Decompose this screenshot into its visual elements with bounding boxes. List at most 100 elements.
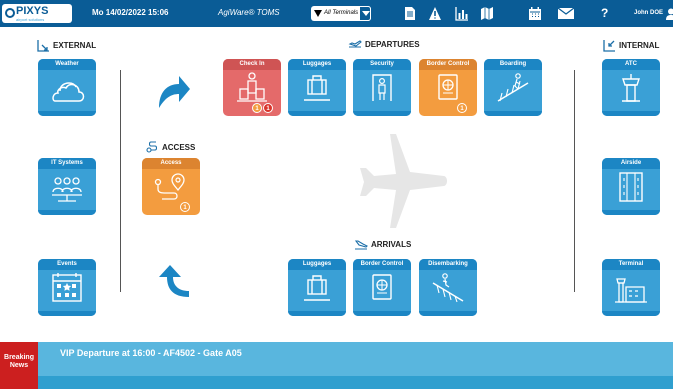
cloud-icon: [52, 82, 85, 102]
tile-security[interactable]: Security: [353, 59, 411, 116]
tile-arrival-luggages[interactable]: Luggages: [288, 259, 346, 316]
luggage-icon: [304, 275, 330, 301]
section-external-label: EXTERNAL: [53, 41, 97, 50]
runway-icon: [619, 172, 643, 202]
tile-boarding[interactable]: Boarding: [484, 59, 542, 116]
divider-right: [574, 70, 575, 292]
app-name: AgiWare® TOMS: [218, 8, 280, 17]
dashboard: PIXYS airport solutions Mo 14/02/2022 15…: [0, 0, 673, 389]
tile-weather-title: Weather: [38, 59, 96, 70]
bar-chart-icon[interactable]: [455, 6, 469, 21]
tile-footer: [288, 111, 346, 116]
tile-atc-title: ATC: [602, 59, 660, 70]
passport-icon: [372, 274, 392, 300]
luggage-icon: [304, 75, 330, 101]
calendar-events-icon: [52, 273, 82, 302]
route-pin-icon: [154, 173, 185, 200]
user-name[interactable]: John DOE: [634, 10, 663, 16]
filter-icon: [314, 10, 322, 17]
tile-footer: [484, 111, 542, 116]
help-icon[interactable]: ?: [601, 6, 608, 20]
airplane-watermark-icon: [360, 134, 447, 228]
tile-terminal[interactable]: Terminal: [602, 259, 660, 316]
access-icon: [146, 141, 158, 153]
badge-alert[interactable]: 1: [263, 103, 273, 113]
logo-text: PIXYS: [16, 5, 49, 17]
section-arrivals-label: ARRIVALS: [371, 240, 412, 249]
ticker-bottom-strip: [38, 376, 673, 389]
tile-footer: [353, 311, 411, 316]
plane-takeoff-icon: [348, 40, 362, 48]
divider-left: [120, 70, 121, 292]
calendar-icon[interactable]: [528, 6, 542, 21]
tile-security-title: Security: [353, 59, 411, 70]
tile-arrival-border-control[interactable]: Border Control: [353, 259, 411, 316]
tile-events-title: Events: [38, 259, 96, 270]
section-departures-label: DEPARTURES: [365, 39, 420, 49]
tile-footer: [38, 311, 96, 316]
terminal-building-icon: [615, 278, 647, 303]
tile-footer: [602, 210, 660, 215]
map-icon[interactable]: [480, 6, 494, 21]
control-tower-icon: [622, 74, 640, 102]
tile-departure-border-control[interactable]: Border Control 1: [419, 59, 477, 116]
tile-disembarking[interactable]: Disembarking: [419, 259, 477, 316]
network-users-icon: [52, 177, 82, 202]
badge-warning[interactable]: 1: [457, 103, 467, 113]
alert-icon[interactable]: [428, 6, 442, 21]
tile-events[interactable]: Events: [38, 259, 96, 316]
section-departures: DEPARTURES: [348, 39, 420, 49]
ticker-message[interactable]: VIP Departure at 16:00 - AF4502 - Gate A…: [60, 348, 242, 358]
badge-warning[interactable]: 1: [180, 202, 190, 212]
chevron-down-icon[interactable]: [359, 6, 371, 21]
tile-footer: [288, 311, 346, 316]
tile-it-systems-title: IT Systems: [38, 158, 96, 169]
tile-access[interactable]: Access 1: [142, 158, 200, 215]
tile-airside-title: Airside: [602, 158, 660, 169]
tile-footer: [602, 311, 660, 316]
tile-footer: [38, 210, 96, 215]
section-external: EXTERNAL: [37, 39, 96, 52]
top-bar: PIXYS airport solutions Mo 14/02/2022 15…: [0, 0, 673, 27]
tile-airside[interactable]: Airside: [602, 158, 660, 215]
tile-terminal-title: Terminal: [602, 259, 660, 270]
tile-check-in-title: Check In: [223, 59, 281, 70]
section-internal-label: INTERNAL: [619, 41, 660, 50]
tile-departure-border-control-title: Border Control: [419, 59, 477, 70]
internal-icon: [603, 40, 615, 52]
logo-mark-icon: [5, 8, 15, 18]
tile-departure-luggages[interactable]: Luggages: [288, 59, 346, 116]
tile-weather[interactable]: Weather: [38, 59, 96, 116]
tile-disembarking-title: Disembarking: [419, 259, 477, 270]
section-internal: INTERNAL: [603, 39, 659, 52]
pixys-logo[interactable]: PIXYS airport solutions: [2, 4, 72, 23]
plane-landing-icon: [354, 240, 368, 250]
tile-footer: [38, 111, 96, 116]
tile-arrival-luggages-title: Luggages: [288, 259, 346, 270]
tile-it-systems[interactable]: IT Systems: [38, 158, 96, 215]
tile-departure-luggages-title: Luggages: [288, 59, 346, 70]
tile-boarding-title: Boarding: [484, 59, 542, 70]
external-icon: [37, 40, 49, 52]
breaking-news-label: Breaking News: [0, 342, 38, 389]
logo-tagline: airport solutions: [16, 17, 45, 22]
security-gate-icon: [372, 74, 392, 101]
section-arrivals: ARRIVALS: [354, 239, 411, 250]
tile-footer: [602, 111, 660, 116]
tile-check-in[interactable]: Check In 1 1: [223, 59, 281, 116]
boarding-icon: [497, 73, 529, 102]
date-time: Mo 14/02/2022 15:06: [92, 8, 169, 17]
news-ticker: Breaking News VIP Departure at 16:00 - A…: [0, 342, 673, 389]
terminal-filter-value: All Terminals: [324, 10, 359, 16]
disembarking-icon: [432, 273, 464, 303]
tile-arrival-border-control-title: Border Control: [353, 259, 411, 270]
tile-atc[interactable]: ATC: [602, 59, 660, 116]
terminal-filter-select[interactable]: All Terminals: [311, 6, 371, 21]
section-access-label: ACCESS: [162, 142, 196, 152]
badge-warning[interactable]: 1: [252, 103, 262, 113]
arrow-up-right-icon: [159, 76, 190, 108]
document-icon[interactable]: [403, 6, 417, 21]
mail-icon[interactable]: [557, 6, 575, 21]
user-icon[interactable]: [666, 8, 673, 20]
passport-icon: [438, 74, 458, 100]
